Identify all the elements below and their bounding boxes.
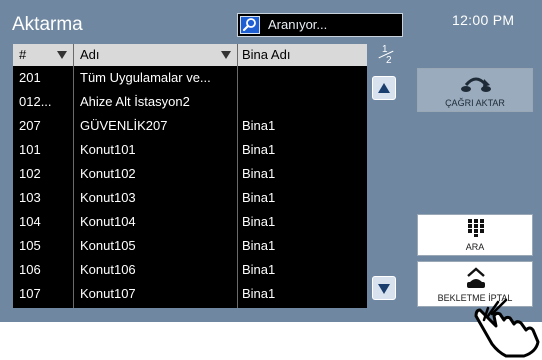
cell-building: Bina1 [242,214,276,229]
cell-num: 107 [19,286,41,301]
cell-building: Bina1 [242,166,276,181]
cell-building [242,90,362,114]
column-header-building[interactable]: Bina Adı [242,44,290,66]
page-total: 2 [386,55,392,66]
arrow-up-icon [378,83,390,93]
search-button[interactable]: ARA [417,214,533,256]
intercom-screen: Aktarma Aranıyor... 12:00 PM # Adı Bina … [0,0,542,322]
search-input[interactable]: Aranıyor... [237,13,403,37]
scroll-down-button[interactable] [372,276,396,300]
clock: 12:00 PM [452,12,515,28]
directory-table: # Adı Bina Adı 201 Tüm Uygulamalar ve... 0… [13,44,367,308]
search-button-label: ARA [465,242,485,252]
cell-num: 104 [19,214,41,229]
table-row[interactable]: 107 Konut107 Bina1 [13,282,367,306]
cell-name: Konut103 [80,190,136,205]
pointing-hand-icon [474,298,540,358]
cell-name: GÜVENLİK207 [80,118,168,133]
table-row[interactable]: 012... Ahize Alt İstasyon2 [13,90,367,114]
cell-building: Bina1 [242,118,276,133]
table-row[interactable]: 101 Konut101 Bina1 [13,138,367,162]
search-placeholder: Aranıyor... [268,17,328,32]
scrollbar: 1 2 [368,44,404,308]
cell-num: 106 [19,262,41,277]
table-row[interactable]: 105 Konut105 Bina1 [13,234,367,258]
table-row[interactable]: 106 Konut106 Bina1 [13,258,367,282]
transfer-call-label: ÇAĞRI AKTAR [445,98,505,108]
page-indicator: 1 2 [368,44,404,66]
cell-name: Ahize Alt İstasyon2 [80,94,190,109]
column-header-name[interactable]: Adı [80,44,100,66]
cell-building: Bina1 [242,262,276,277]
cell-name: Konut101 [80,142,136,157]
cell-name: Konut105 [80,238,136,253]
cell-num: 101 [19,142,41,157]
cell-name: Tüm Uygulamalar ve... [80,70,211,85]
cell-name: Konut106 [80,262,136,277]
cell-num: 103 [19,190,41,205]
table-row[interactable]: 104 Konut104 Bina1 [13,210,367,234]
phone-transfer-icon [461,77,491,92]
column-header-number[interactable]: # [19,44,26,66]
cell-num: 105 [19,238,41,253]
cell-num: 102 [19,166,41,181]
cell-name: Konut104 [80,214,136,229]
arrow-down-icon [378,284,390,294]
cell-num: 012... [19,94,52,109]
cell-building: Bina1 [242,238,276,253]
scroll-up-button[interactable] [372,76,396,100]
page-title: Aktarma [12,14,83,35]
search-icon [240,16,260,34]
cell-building: Bina1 [242,286,276,301]
table-row[interactable]: 201 Tüm Uygulamalar ve... [13,66,367,90]
table-row[interactable]: 102 Konut102 Bina1 [13,162,367,186]
sort-number-icon[interactable] [57,51,67,59]
sort-name-icon[interactable] [221,51,231,59]
table-header: # Adı Bina Adı [13,44,367,66]
cell-name: Konut102 [80,166,136,181]
table-row[interactable]: 103 Konut103 Bina1 [13,186,367,210]
cell-building [242,66,362,90]
cell-building: Bina1 [242,142,276,157]
table-row[interactable]: 207 GÜVENLİK207 Bina1 [13,114,367,138]
cell-building: Bina1 [242,190,276,205]
cell-name: Konut107 [80,286,136,301]
transfer-call-button[interactable]: ÇAĞRI AKTAR [417,68,533,112]
cell-num: 201 [19,70,41,85]
cell-num: 207 [19,118,41,133]
keypad-icon [468,219,484,237]
